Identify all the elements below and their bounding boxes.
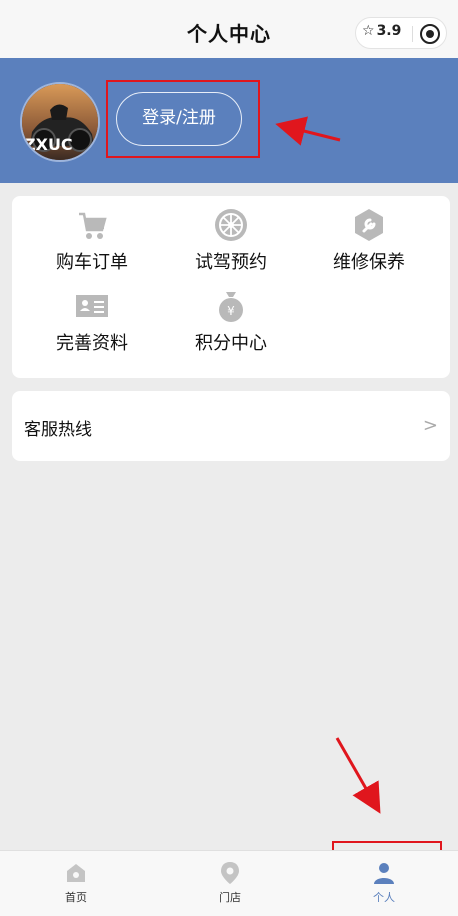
person-icon xyxy=(374,863,394,884)
arrow-to-profile-tab xyxy=(335,737,381,814)
menu-label-maintenance: 维修保养 xyxy=(333,252,405,273)
id-card-icon xyxy=(76,295,108,317)
home-icon xyxy=(67,864,85,882)
tab-profile[interactable]: 个人 xyxy=(308,851,458,916)
arrow-to-login xyxy=(275,116,341,146)
menu-item-profile-info[interactable]: 完善资料 xyxy=(27,289,157,355)
menu-item-car-orders[interactable]: 购车订单 xyxy=(27,208,157,274)
menu-label-points-center: 积分中心 xyxy=(195,333,267,354)
menu-item-points-center[interactable]: ¥ 积分中心 xyxy=(166,289,296,355)
svg-text:¥: ¥ xyxy=(227,304,235,318)
location-pin-icon xyxy=(221,862,239,884)
tab-label-stores: 门店 xyxy=(219,891,241,904)
tab-label-home: 首页 xyxy=(65,891,87,904)
customer-service-label: 客服热线 xyxy=(24,420,92,440)
menu-label-test-drive: 试驾预约 xyxy=(195,252,267,273)
customer-service-row[interactable]: 客服热线 > xyxy=(12,391,450,461)
menu-item-maintenance[interactable]: 维修保养 xyxy=(304,208,434,274)
menu-item-test-drive[interactable]: 试驾预约 xyxy=(166,208,296,274)
menu-label-car-orders: 购车订单 xyxy=(56,252,128,273)
chevron-right-icon: > xyxy=(422,415,438,436)
wrench-icon xyxy=(355,209,383,241)
tab-home[interactable]: 首页 xyxy=(0,851,152,916)
tab-stores[interactable]: 门店 xyxy=(154,851,306,916)
menu-label-profile-info: 完善资料 xyxy=(56,333,128,354)
steering-wheel-icon xyxy=(215,209,247,241)
money-bag-icon: ¥ xyxy=(219,292,243,322)
menu-card: 购车订单 试驾预约 维修保养 完善资料 ¥ 积分中心 xyxy=(12,196,450,378)
tab-label-profile: 个人 xyxy=(373,891,395,904)
bottom-tab-bar: 首页 门店 个人 xyxy=(0,850,458,916)
cart-icon xyxy=(79,212,107,239)
